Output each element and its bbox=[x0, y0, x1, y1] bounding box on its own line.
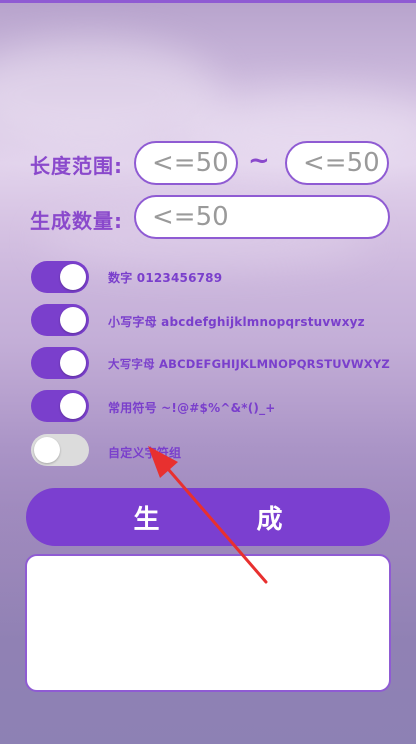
toggle-knob bbox=[60, 307, 86, 333]
toggle-uppercase[interactable] bbox=[31, 347, 89, 379]
option-label-custom-charset: 自定义字符组 bbox=[108, 446, 182, 460]
length-min-input[interactable] bbox=[150, 147, 236, 179]
count-input[interactable] bbox=[150, 201, 388, 233]
count-field[interactable] bbox=[134, 195, 390, 239]
toggle-symbols[interactable] bbox=[31, 390, 89, 422]
output-textarea[interactable] bbox=[25, 554, 391, 692]
generate-button[interactable]: 生 成 bbox=[26, 488, 390, 546]
length-min-field[interactable] bbox=[134, 141, 238, 185]
range-separator: ~ bbox=[248, 146, 270, 176]
toggle-knob bbox=[60, 350, 86, 376]
option-label-uppercase: 大写字母 ABCDEFGHIJKLMNOPQRSTUVWXYZ bbox=[108, 357, 390, 371]
length-max-input[interactable] bbox=[301, 147, 387, 179]
length-max-field[interactable] bbox=[285, 141, 389, 185]
top-border bbox=[0, 0, 416, 3]
toggle-knob bbox=[60, 264, 86, 290]
option-label-digits: 数字 0123456789 bbox=[108, 271, 223, 285]
option-label-lowercase: 小写字母 abcdefghijklmnopqrstuvwxyz bbox=[108, 315, 365, 329]
toggle-lowercase[interactable] bbox=[31, 304, 89, 336]
toggle-digits[interactable] bbox=[31, 261, 89, 293]
toggle-knob bbox=[34, 437, 60, 463]
toggle-knob bbox=[60, 393, 86, 419]
option-label-symbols: 常用符号 ~!@#$%^&*()_+ bbox=[108, 401, 276, 415]
toggle-custom-charset[interactable] bbox=[31, 434, 89, 466]
count-label: 生成数量: bbox=[30, 209, 123, 233]
length-range-label: 长度范围: bbox=[30, 154, 123, 178]
